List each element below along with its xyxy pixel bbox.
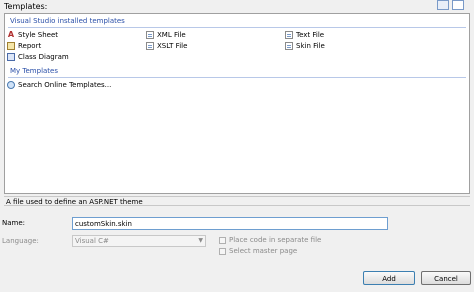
master-page-label: Select master page	[229, 247, 298, 255]
language-select[interactable]: Visual C# ▼	[72, 235, 206, 247]
globe-icon	[7, 81, 15, 89]
text-file-icon	[285, 31, 293, 39]
master-page-checkbox[interactable]	[219, 248, 226, 255]
template-item-xml-file[interactable]: XML File	[146, 30, 186, 40]
template-item-label: Class Diagram	[18, 53, 69, 61]
template-item-class-diagram[interactable]: Class Diagram	[7, 52, 69, 62]
template-item-label: Search Online Templates...	[18, 81, 112, 89]
xslt-file-icon	[146, 42, 154, 50]
separate-file-label: Place code in separate file	[229, 236, 322, 244]
cancel-button[interactable]: Cancel	[421, 271, 471, 285]
large-icons-view-button[interactable]	[437, 0, 449, 10]
group-divider	[8, 77, 466, 78]
installed-templates-header: Visual Studio installed templates	[10, 17, 125, 25]
template-item-skin-file[interactable]: Skin File	[285, 41, 325, 51]
template-item-label: Text File	[296, 31, 325, 39]
language-value: Visual C#	[75, 237, 109, 245]
template-item-label: Skin File	[296, 42, 325, 50]
template-description: A file used to define an ASP.NET theme	[4, 196, 470, 206]
separate-file-checkbox[interactable]	[219, 237, 226, 244]
template-item-label: Style Sheet	[18, 31, 59, 39]
css-icon: A	[7, 30, 15, 39]
template-item-search-online[interactable]: Search Online Templates...	[7, 80, 111, 90]
name-field[interactable]	[72, 217, 388, 230]
class-diagram-icon	[7, 53, 15, 61]
small-icons-view-button[interactable]	[452, 0, 464, 10]
skin-file-icon	[285, 42, 293, 50]
template-item-label: XML File	[157, 31, 186, 39]
my-templates-header: My Templates	[10, 67, 58, 75]
templates-list[interactable]: Visual Studio installed templates A Styl…	[4, 13, 470, 194]
chevron-down-icon: ▼	[198, 237, 203, 244]
xml-file-icon	[146, 31, 154, 39]
template-item-xslt-file[interactable]: XSLT File	[146, 41, 187, 51]
template-item-report[interactable]: Report	[7, 41, 41, 51]
template-item-text-file[interactable]: Text File	[285, 30, 324, 40]
template-item-label: XSLT File	[157, 42, 188, 50]
name-label: Name:	[2, 219, 26, 227]
templates-label: Templates:	[4, 2, 48, 11]
language-label: Language:	[2, 237, 39, 245]
report-icon	[7, 42, 15, 50]
group-divider	[8, 27, 466, 28]
template-item-style-sheet[interactable]: A Style Sheet	[7, 30, 58, 40]
add-button[interactable]: Add	[363, 271, 415, 285]
template-item-label: Report	[18, 42, 42, 50]
